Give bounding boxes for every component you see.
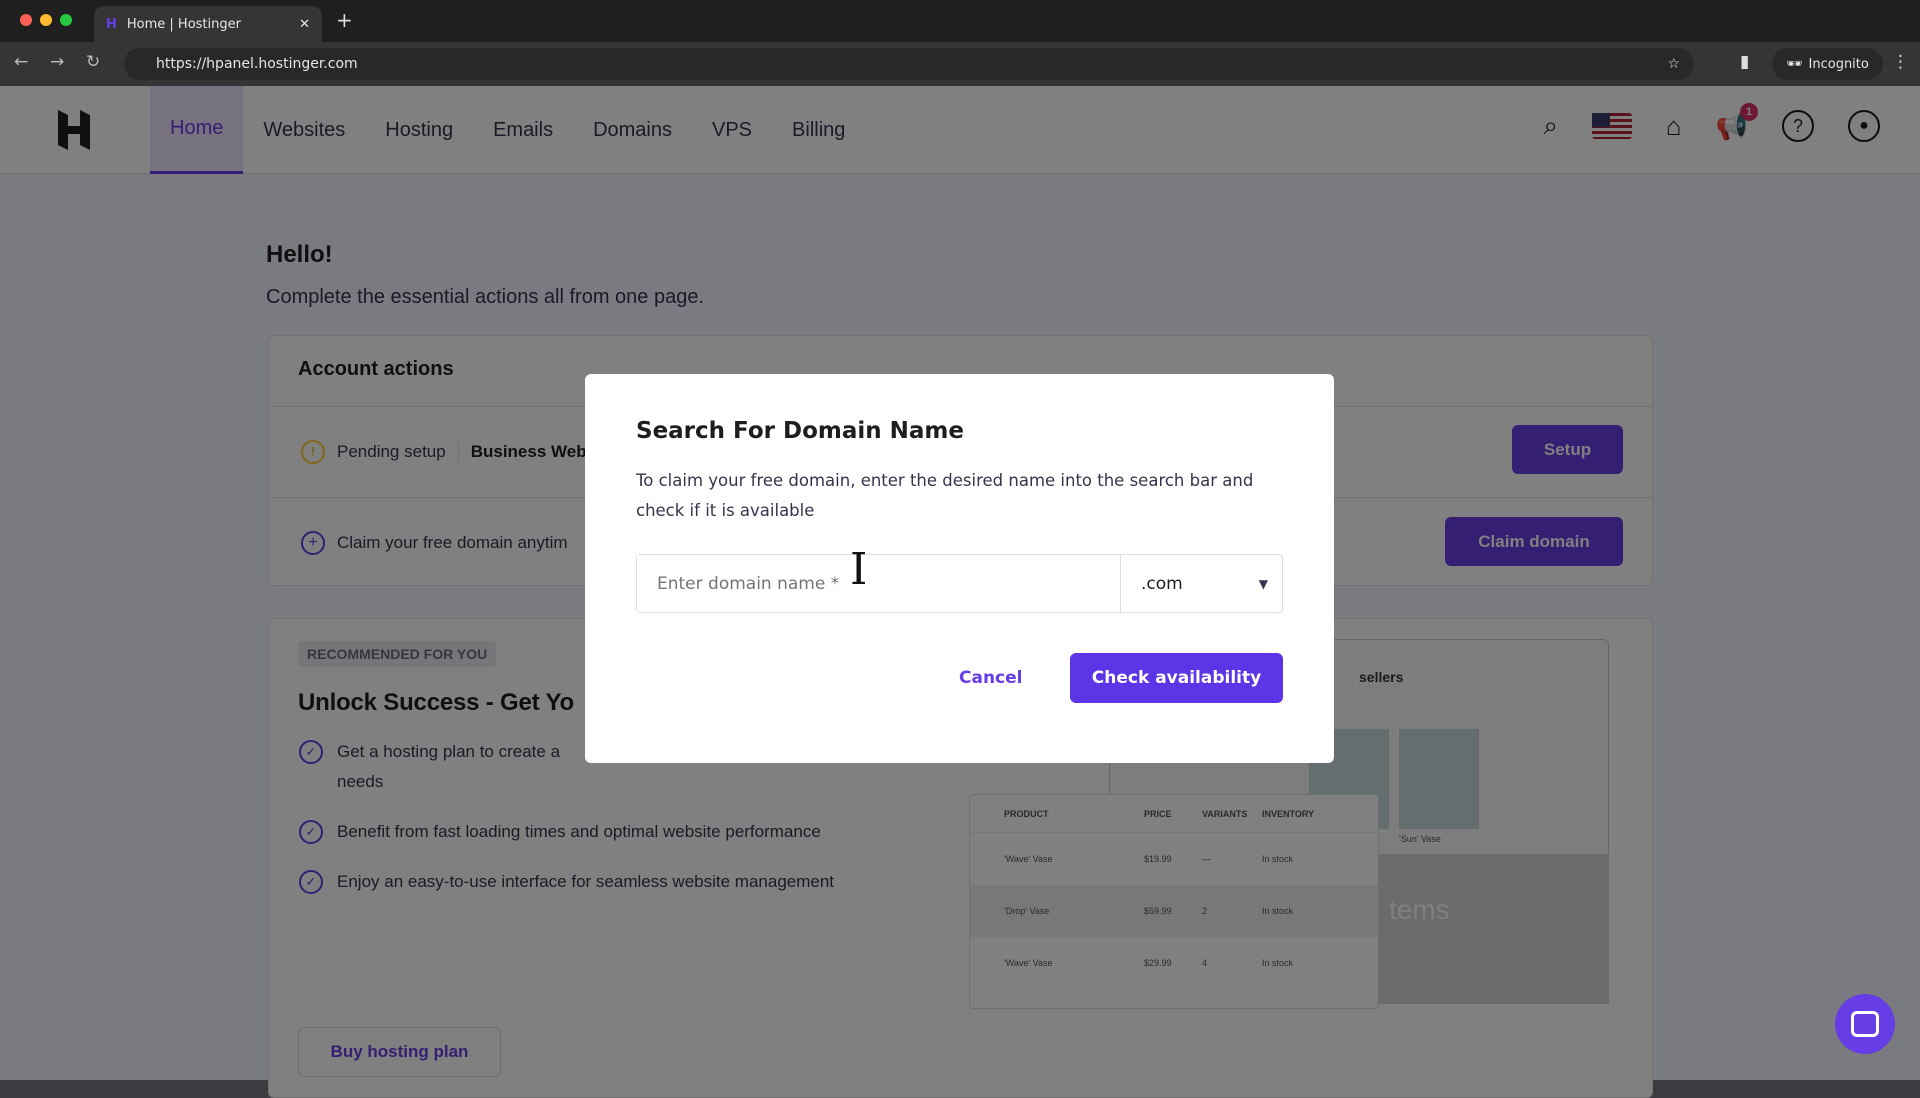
setup-button[interactable]: Setup [1512, 425, 1623, 474]
us-flag-icon[interactable] [1591, 113, 1632, 139]
domain-search-modal: Search For Domain Name To claim your fre… [585, 374, 1334, 763]
domain-name-input[interactable] [637, 555, 1120, 612]
incognito-indicator[interactable]: 🕶 Incognito [1772, 48, 1883, 80]
claim-domain-button[interactable]: Claim domain [1445, 517, 1623, 566]
notification-badge: 1 [1740, 102, 1758, 121]
greeting-subtitle: Complete the essential actions all from … [266, 286, 705, 308]
close-window-button[interactable] [20, 14, 32, 26]
nav-domains[interactable]: Domains [573, 86, 692, 174]
table-row: 'Wave' Vase $29.99 4 In stock [1004, 958, 1294, 968]
address-bar-row: ← → ↻ https://hpanel.hostinger.com ☆ ▮ 🕶 I… [0, 42, 1920, 86]
tld-select[interactable]: .com ▼ [1120, 555, 1282, 612]
close-tab-icon[interactable]: ✕ [299, 17, 310, 32]
check-circle-icon: ✓ [299, 870, 323, 894]
chat-button[interactable] [1835, 994, 1895, 1054]
main-nav: Home Websites Hosting Emails Domains VPS… [150, 86, 865, 174]
top-header: Home Websites Hosting Emails Domains VPS… [0, 86, 1920, 174]
help-icon[interactable]: ? [1782, 110, 1814, 142]
vase-card-label: 'Sun' Vase [1399, 834, 1441, 844]
nav-home[interactable]: Home [150, 86, 244, 174]
tld-value: .com [1141, 573, 1183, 594]
cancel-button[interactable]: Cancel [959, 668, 1022, 688]
greeting: Hello! [266, 241, 333, 268]
table-row: 'Wave' Vase $19.99— In stock [1004, 854, 1294, 864]
maximize-window-button[interactable] [60, 14, 72, 26]
domain-search-field: .com ▼ [636, 554, 1283, 613]
nav-vps[interactable]: VPS [692, 86, 772, 174]
minimize-window-button[interactable] [40, 14, 52, 26]
nav-billing[interactable]: Billing [772, 86, 865, 174]
items-panel: tems [1369, 854, 1609, 1004]
check-circle-icon: ✓ [299, 820, 323, 844]
incognito-icon: 🕶 [1786, 56, 1803, 72]
new-tab-icon[interactable]: + [336, 8, 353, 32]
check-availability-button[interactable]: Check availability [1070, 653, 1283, 703]
pending-item: Business Web [457, 442, 587, 462]
table-row: 'Drop' Vase $59.99 2 In stock [970, 885, 1378, 937]
bookmark-star-icon[interactable]: ☆ [1667, 56, 1680, 72]
chat-icon [1851, 1011, 1879, 1037]
reload-icon[interactable]: ↻ [86, 52, 100, 72]
nav-websites[interactable]: Websites [243, 86, 365, 174]
hostinger-logo[interactable] [56, 110, 92, 150]
warning-icon: ! [301, 440, 325, 464]
account-icon[interactable]: ● [1848, 110, 1880, 142]
buy-hosting-plan-button[interactable]: Buy hosting plan [298, 1027, 501, 1077]
modal-description: To claim your free domain, enter the des… [636, 471, 1254, 520]
caret-down-icon: ▼ [1258, 576, 1268, 591]
incognito-label: Incognito [1808, 56, 1869, 72]
sidebar-icon[interactable]: ▮ [1740, 52, 1749, 72]
url-bar[interactable]: https://hpanel.hostinger.com ☆ [124, 48, 1694, 80]
recommended-badge: RECOMMENDED FOR YOU [298, 641, 497, 667]
search-icon[interactable]: ⌕ [1543, 110, 1558, 142]
store-icon[interactable]: ⌂ [1666, 111, 1682, 142]
claim-text: Claim your free domain anytim [337, 533, 568, 552]
forward-icon[interactable]: → [50, 52, 64, 72]
browser-tab-bar: H Home | Hostinger ✕ + [0, 0, 1920, 42]
benefit-item: ✓ Enjoy an easy-to-use interface for seam… [299, 867, 859, 897]
browser-menu-icon[interactable]: ⋮ [1892, 52, 1909, 72]
url-text: https://hpanel.hostinger.com [156, 56, 358, 72]
plus-circle-icon: + [301, 531, 325, 555]
pending-label: Pending setup [337, 442, 446, 461]
recommended-title: Unlock Success - Get Yo [298, 689, 574, 716]
back-icon[interactable]: ← [14, 52, 28, 72]
modal-title: Search For Domain Name [636, 418, 964, 444]
tab-title: Home | Hostinger [126, 16, 241, 32]
vase-image [1399, 729, 1479, 829]
nav-hosting[interactable]: Hosting [365, 86, 473, 174]
text-cursor-icon: I [850, 544, 868, 595]
product-table: PRODUCT PRICE VARIANTS INVENTORY 'Wave' Vas… [969, 794, 1379, 1009]
hostinger-favicon-icon: H [106, 16, 117, 32]
benefit-item: ✓ Benefit from fast loading times and opt… [299, 817, 859, 847]
check-circle-icon: ✓ [299, 740, 323, 764]
megaphone-icon[interactable]: 📢 1 [1716, 102, 1758, 142]
bestsellers-label: sellers [1359, 669, 1404, 685]
browser-tab[interactable]: H Home | Hostinger ✕ [94, 6, 322, 42]
nav-emails[interactable]: Emails [473, 86, 573, 174]
account-actions-title: Account actions [298, 358, 454, 380]
